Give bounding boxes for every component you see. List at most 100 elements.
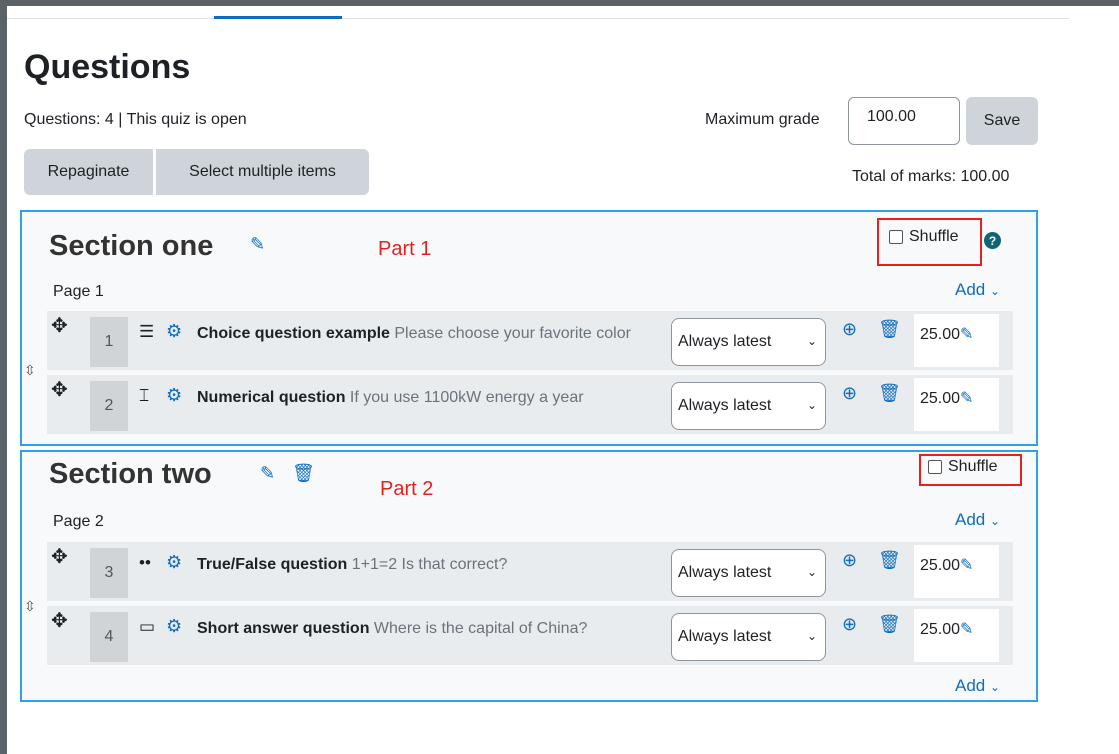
move-icon[interactable]: ✥ bbox=[51, 377, 68, 402]
shuffle-label: Shuffle bbox=[909, 228, 959, 245]
section-title: Section one bbox=[49, 230, 214, 262]
version-select[interactable]: Always latest ⌄ bbox=[671, 382, 826, 430]
part-annotation: Part 1 bbox=[378, 238, 432, 260]
active-tab-indicator bbox=[214, 16, 342, 19]
page-label: Page 1 bbox=[53, 283, 104, 300]
edit-section-title-icon[interactable]: ✎ bbox=[260, 463, 275, 484]
add-menu-link[interactable]: Add ⌄ bbox=[955, 510, 1000, 530]
question-number: 4 bbox=[90, 612, 128, 662]
truefalse-icon: •• bbox=[139, 553, 151, 572]
chevron-down-icon: ⌄ bbox=[806, 398, 817, 412]
shuffle-toggle[interactable]: Shuffle bbox=[889, 228, 959, 246]
help-icon[interactable]: ? bbox=[984, 232, 1001, 249]
version-value: Always latest bbox=[678, 564, 772, 581]
preview-zoom-icon[interactable]: ⊕ bbox=[842, 614, 857, 635]
version-select[interactable]: Always latest ⌄ bbox=[671, 549, 826, 597]
delete-section-icon[interactable]: 🗑 bbox=[292, 463, 315, 484]
move-icon[interactable]: ✥ bbox=[51, 608, 68, 633]
chevron-down-icon: ⌄ bbox=[806, 565, 817, 579]
section-drag-handle-icon[interactable]: ⇳ bbox=[24, 362, 36, 379]
version-select[interactable]: Always latest ⌄ bbox=[671, 318, 826, 366]
shuffle-toggle[interactable]: Shuffle bbox=[928, 458, 998, 476]
move-icon[interactable]: ✥ bbox=[51, 544, 68, 569]
shuffle-checkbox[interactable] bbox=[889, 230, 903, 244]
gear-icon[interactable]: ⚙ bbox=[166, 616, 182, 637]
edit-section-title-icon[interactable]: ✎ bbox=[250, 234, 265, 255]
question-number: 1 bbox=[90, 317, 128, 367]
part-annotation: Part 2 bbox=[380, 478, 434, 500]
multichoice-icon: ☰ bbox=[139, 322, 155, 341]
question-row: ✥ 3 •• ⚙ True/False question 1+1=2 Is th… bbox=[47, 542, 1013, 601]
question-row: ✥ 2 ⌶ ⚙ Numerical question If you use 11… bbox=[47, 375, 1013, 434]
trash-icon[interactable]: 🗑 bbox=[878, 319, 901, 340]
add-menu-link[interactable]: Add ⌄ bbox=[955, 280, 1000, 300]
chevron-down-icon: ⌄ bbox=[989, 680, 1001, 694]
question-number: 3 bbox=[90, 548, 128, 598]
question-text[interactable]: Numerical question If you use 1100kW ene… bbox=[197, 389, 665, 407]
section-title: Section two bbox=[49, 458, 212, 490]
mark-field[interactable]: 25.00✎ bbox=[914, 314, 999, 367]
question-name: Choice question example bbox=[197, 325, 390, 342]
tab-divider bbox=[7, 18, 1069, 19]
trash-icon[interactable]: 🗑 bbox=[878, 550, 901, 571]
question-name: Numerical question bbox=[197, 389, 346, 406]
mark-value: 25.00 bbox=[920, 557, 961, 574]
mark-value: 25.00 bbox=[920, 390, 961, 407]
version-value: Always latest bbox=[678, 397, 772, 414]
preview-zoom-icon[interactable]: ⊕ bbox=[842, 319, 857, 340]
max-grade-input[interactable]: 100.00 bbox=[848, 97, 960, 145]
question-name: Short answer question bbox=[197, 620, 370, 637]
select-multiple-button[interactable]: Select multiple items bbox=[156, 149, 369, 195]
shuffle-label: Shuffle bbox=[948, 458, 998, 475]
page-label: Page 2 bbox=[53, 513, 104, 530]
question-text[interactable]: Short answer question Where is the capit… bbox=[197, 620, 665, 638]
mark-value: 25.00 bbox=[920, 621, 961, 638]
question-number: 2 bbox=[90, 381, 128, 431]
shortanswer-icon: ▭ bbox=[139, 617, 156, 636]
preview-zoom-icon[interactable]: ⊕ bbox=[842, 383, 857, 404]
version-select[interactable]: Always latest ⌄ bbox=[671, 613, 826, 661]
question-text[interactable]: Choice question example Please choose yo… bbox=[197, 325, 665, 343]
pencil-icon[interactable]: ✎ bbox=[960, 390, 973, 407]
trash-icon[interactable]: 🗑 bbox=[878, 614, 901, 635]
pencil-icon[interactable]: ✎ bbox=[960, 326, 973, 343]
pencil-icon[interactable]: ✎ bbox=[960, 621, 973, 638]
total-marks: Total of marks: 100.00 bbox=[852, 168, 1010, 185]
section-drag-handle-icon[interactable]: ⇳ bbox=[24, 598, 36, 615]
gear-icon[interactable]: ⚙ bbox=[166, 552, 182, 573]
chevron-down-icon: ⌄ bbox=[989, 514, 1001, 528]
max-grade-label: Maximum grade bbox=[705, 111, 820, 128]
pencil-icon[interactable]: ✎ bbox=[960, 557, 973, 574]
mark-field[interactable]: 25.00✎ bbox=[914, 609, 999, 662]
version-value: Always latest bbox=[678, 333, 772, 350]
preview-zoom-icon[interactable]: ⊕ bbox=[842, 550, 857, 571]
mark-value: 25.00 bbox=[920, 326, 961, 343]
question-snippet: Where is the capital of China? bbox=[369, 620, 588, 637]
question-snippet: If you use 1100kW energy a year bbox=[345, 389, 584, 406]
version-value: Always latest bbox=[678, 628, 772, 645]
window-frame-top bbox=[0, 0, 1119, 6]
question-name: True/False question bbox=[197, 556, 348, 573]
chevron-down-icon: ⌄ bbox=[806, 629, 817, 643]
question-row: ✥ 1 ☰ ⚙ Choice question example Please c… bbox=[47, 311, 1013, 370]
save-button[interactable]: Save bbox=[966, 97, 1038, 145]
add-label: Add bbox=[955, 676, 986, 695]
mark-field[interactable]: 25.00✎ bbox=[914, 378, 999, 431]
window-frame-left bbox=[0, 0, 7, 754]
question-text[interactable]: True/False question 1+1=2 Is that correc… bbox=[197, 556, 665, 574]
numerical-icon: ⌶ bbox=[139, 386, 150, 405]
question-snippet: 1+1=2 Is that correct? bbox=[347, 556, 508, 573]
gear-icon[interactable]: ⚙ bbox=[166, 385, 182, 406]
add-label: Add bbox=[955, 280, 986, 299]
add-label: Add bbox=[955, 510, 986, 529]
trash-icon[interactable]: 🗑 bbox=[878, 383, 901, 404]
move-icon[interactable]: ✥ bbox=[51, 313, 68, 338]
repaginate-button[interactable]: Repaginate bbox=[24, 149, 153, 195]
question-row: ✥ 4 ▭ ⚙ Short answer question Where is t… bbox=[47, 606, 1013, 665]
question-snippet: Please choose your favorite color bbox=[389, 325, 631, 342]
add-menu-link[interactable]: Add ⌄ bbox=[955, 676, 1000, 696]
gear-icon[interactable]: ⚙ bbox=[166, 321, 182, 342]
shuffle-checkbox[interactable] bbox=[928, 460, 942, 474]
mark-field[interactable]: 25.00✎ bbox=[914, 545, 999, 598]
chevron-down-icon: ⌄ bbox=[806, 334, 817, 348]
